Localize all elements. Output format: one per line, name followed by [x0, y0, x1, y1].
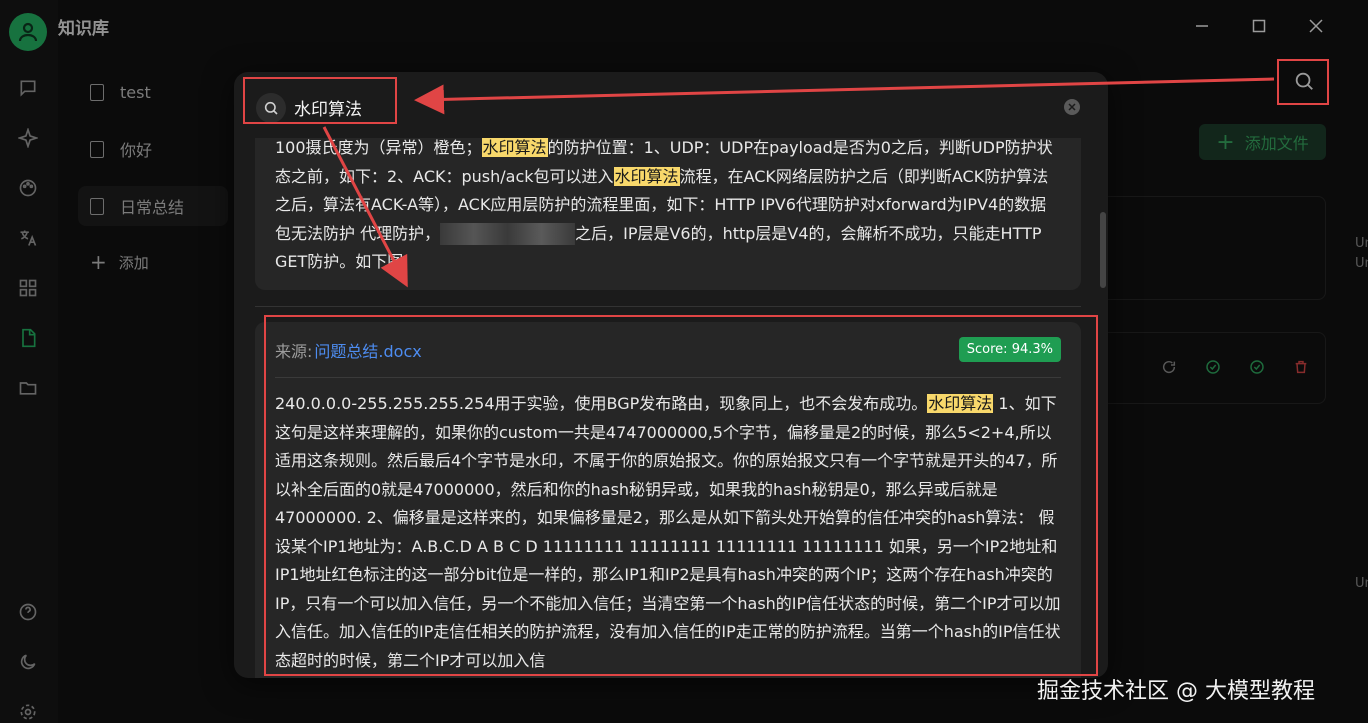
watermark: 掘金技术社区 @ 大模型教程: [1037, 679, 1315, 704]
annotation-arrows: [322, 77, 1275, 288]
app-window: 知识库 test 你好 日常总结 + 添加 + 添加文件 Un Un Un: [0, 0, 1368, 723]
